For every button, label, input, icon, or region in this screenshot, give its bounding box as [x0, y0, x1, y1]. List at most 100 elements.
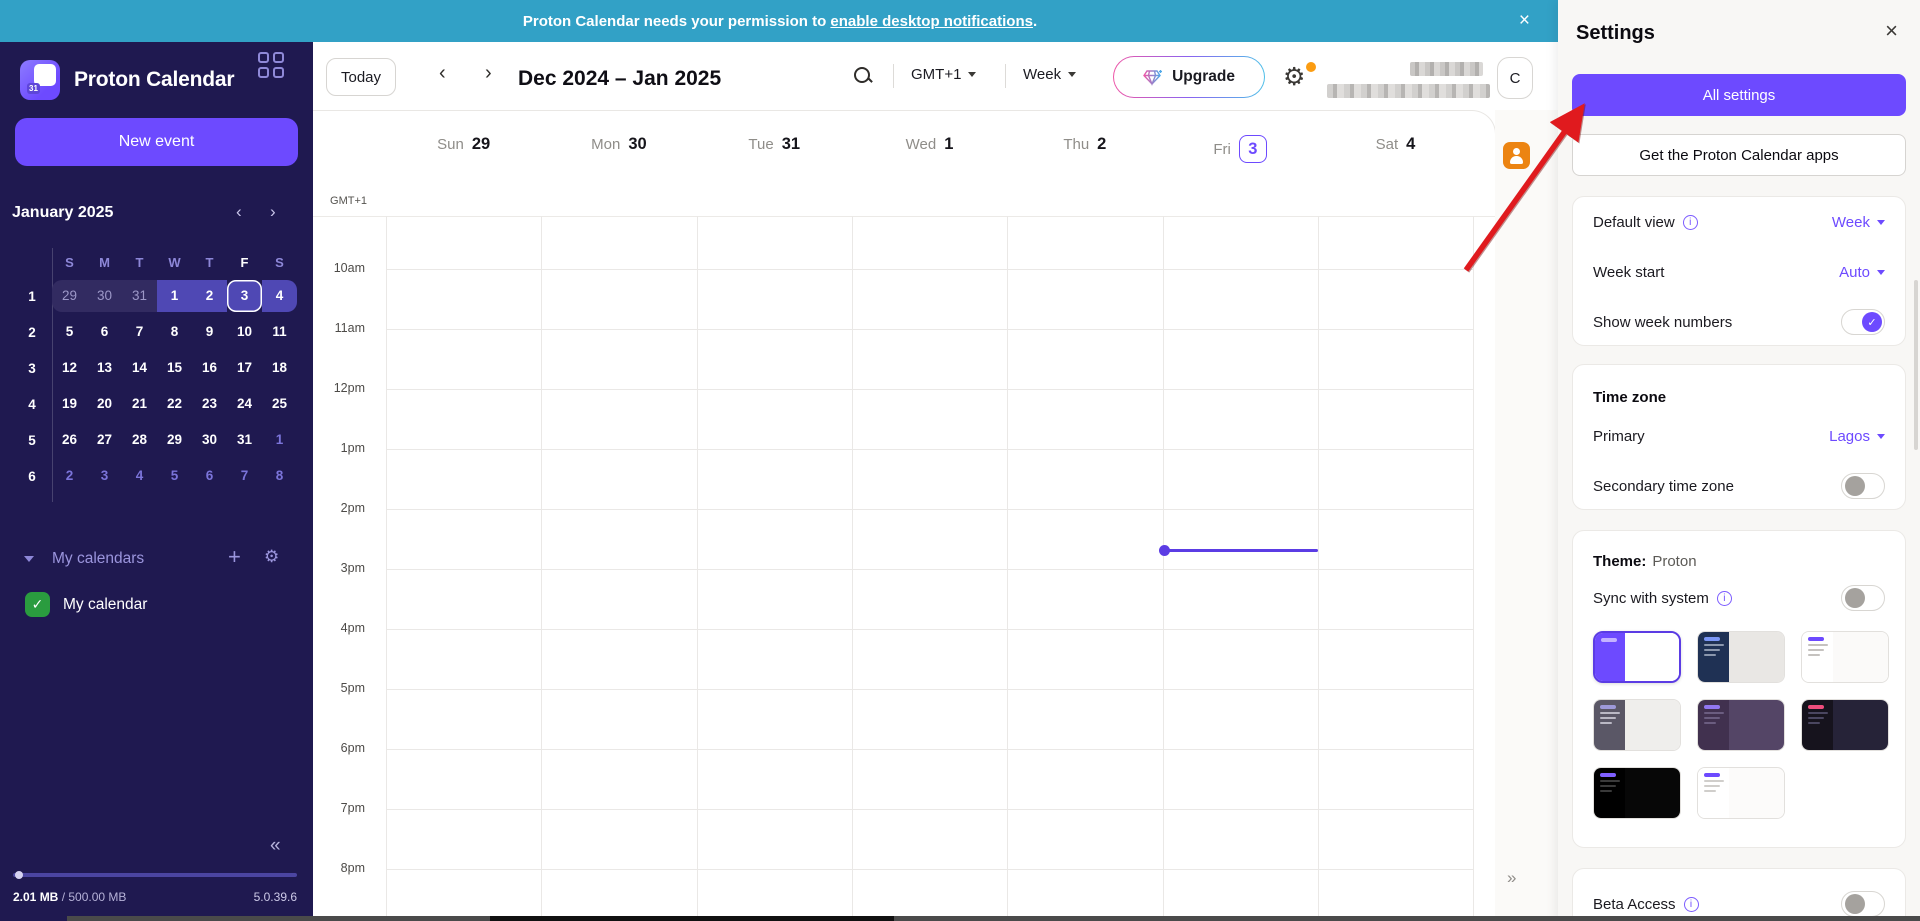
settings-gear-icon[interactable]: ⚙ — [1283, 65, 1305, 90]
primary-timezone-dropdown[interactable]: Lagos — [1829, 428, 1885, 445]
timezone-dropdown[interactable]: GMT+1 — [911, 66, 976, 83]
mini-cal-day[interactable]: 6 — [87, 316, 122, 348]
day-column-header[interactable]: Sun29 — [386, 135, 541, 154]
mini-calendar-prev-icon[interactable]: ‹ — [236, 202, 242, 222]
mini-cal-day[interactable]: 30 — [192, 424, 227, 456]
mini-cal-day[interactable]: 28 — [122, 424, 157, 456]
expand-panel-icon[interactable]: » — [1507, 868, 1516, 888]
secondary-timezone-toggle[interactable] — [1841, 473, 1885, 499]
all-settings-button[interactable]: All settings — [1572, 74, 1906, 116]
get-apps-button[interactable]: Get the Proton Calendar apps — [1572, 134, 1906, 176]
view-dropdown[interactable]: Week — [1023, 66, 1076, 83]
mini-cal-day[interactable]: 5 — [52, 316, 87, 348]
time-grid[interactable]: 10am11am12pm1pm2pm3pm4pm5pm6pm7pm8pm — [313, 216, 1495, 921]
day-column-header[interactable]: Wed1 — [852, 135, 1007, 154]
mini-cal-day[interactable]: 16 — [192, 352, 227, 384]
my-calendars-section-header[interactable]: My calendars + ⚙ — [24, 547, 294, 571]
mini-cal-day[interactable]: 20 — [87, 388, 122, 420]
collapse-sidebar-icon[interactable]: « — [270, 835, 281, 857]
contacts-icon[interactable] — [1503, 142, 1530, 169]
mini-cal-day-today[interactable]: 3 — [227, 280, 262, 312]
day-column-header[interactable]: Tue31 — [697, 135, 852, 154]
theme-tile-proton[interactable] — [1593, 631, 1681, 683]
mini-cal-day[interactable]: 7 — [227, 460, 262, 492]
default-view-dropdown[interactable]: Week — [1832, 214, 1885, 231]
mini-cal-day[interactable]: 12 — [52, 352, 87, 384]
enable-notifications-link[interactable]: enable desktop notifications — [830, 13, 1033, 30]
mini-cal-day[interactable]: 30 — [87, 280, 122, 312]
search-icon[interactable] — [853, 66, 873, 86]
app-logo[interactable]: 31 Proton Calendar — [20, 60, 234, 100]
day-column-header[interactable]: Sat4 — [1318, 135, 1473, 154]
theme-tile-slate[interactable] — [1593, 699, 1681, 751]
mini-cal-day[interactable]: 8 — [157, 316, 192, 348]
mini-cal-day[interactable]: 13 — [87, 352, 122, 384]
mini-cal-day[interactable]: 10 — [227, 316, 262, 348]
day-column-header[interactable]: Thu2 — [1007, 135, 1162, 154]
mini-cal-day[interactable]: 29 — [157, 424, 192, 456]
previous-week-icon[interactable]: ‹ — [439, 62, 446, 85]
scrollbar-thumb[interactable] — [490, 916, 894, 921]
mini-cal-day[interactable]: 9 — [192, 316, 227, 348]
avatar[interactable]: C — [1497, 57, 1533, 99]
horizontal-scrollbar[interactable] — [67, 916, 1920, 921]
mini-cal-day[interactable]: 4 — [122, 460, 157, 492]
mini-cal-day[interactable]: 19 — [52, 388, 87, 420]
theme-tile-duotone[interactable] — [1697, 699, 1785, 751]
mini-cal-day[interactable]: 7 — [122, 316, 157, 348]
mini-cal-day[interactable]: 23 — [192, 388, 227, 420]
day-column-header[interactable]: Mon30 — [541, 135, 696, 154]
upgrade-button[interactable]: Upgrade — [1113, 56, 1265, 98]
new-event-button[interactable]: New event — [15, 118, 298, 166]
mini-cal-day[interactable]: 18 — [262, 352, 297, 384]
mini-cal-day[interactable]: 8 — [262, 460, 297, 492]
scrollbar[interactable] — [1914, 280, 1918, 450]
mini-cal-day[interactable]: 26 — [52, 424, 87, 456]
mini-cal-day[interactable]: 27 — [87, 424, 122, 456]
chevron-down-icon — [1877, 434, 1885, 439]
week-start-dropdown[interactable]: Auto — [1839, 264, 1885, 281]
mini-cal-day[interactable]: 1 — [262, 424, 297, 456]
mini-cal-day[interactable]: 6 — [192, 460, 227, 492]
theme-tile-pure-black[interactable] — [1593, 767, 1681, 819]
mini-cal-day[interactable]: 29 — [52, 280, 87, 312]
sync-with-system-toggle[interactable] — [1841, 585, 1885, 611]
chevron-down-icon[interactable] — [24, 556, 34, 562]
mini-cal-day[interactable]: 2 — [52, 460, 87, 492]
mini-cal-day[interactable]: 21 — [122, 388, 157, 420]
theme-tile-carbon[interactable] — [1697, 631, 1785, 683]
mini-cal-day[interactable]: 5 — [157, 460, 192, 492]
theme-tile-snow[interactable] — [1801, 631, 1889, 683]
mini-cal-day[interactable]: 1 — [157, 280, 192, 312]
mini-cal-day[interactable]: 11 — [262, 316, 297, 348]
mini-cal-day[interactable]: 25 — [262, 388, 297, 420]
mini-cal-day[interactable]: 22 — [157, 388, 192, 420]
day-column-header[interactable]: Fri3 — [1163, 135, 1318, 163]
banner-close-icon[interactable]: × — [1519, 0, 1530, 42]
show-week-numbers-toggle[interactable]: ✓ — [1841, 309, 1885, 335]
mini-cal-day[interactable]: 4 — [262, 280, 297, 312]
next-week-icon[interactable]: › — [485, 62, 492, 85]
mini-cal-day[interactable]: 24 — [227, 388, 262, 420]
info-icon[interactable]: i — [1684, 897, 1699, 912]
mini-cal-day[interactable]: 2 — [192, 280, 227, 312]
calendar-checkbox[interactable]: ✓ — [25, 592, 50, 617]
theme-tile-pure-white[interactable] — [1697, 767, 1785, 819]
calendar-settings-gear-icon[interactable]: ⚙ — [264, 547, 279, 567]
mini-calendar-next-icon[interactable]: › — [270, 202, 276, 222]
mini-cal-day[interactable]: 31 — [122, 280, 157, 312]
mini-cal-day[interactable]: 31 — [227, 424, 262, 456]
theme-tile-contrast-dark[interactable] — [1801, 699, 1889, 751]
mini-cal-day[interactable]: 15 — [157, 352, 192, 384]
beta-access-toggle[interactable] — [1841, 891, 1885, 917]
mini-cal-day[interactable]: 17 — [227, 352, 262, 384]
close-icon[interactable]: × — [1885, 20, 1898, 42]
mini-cal-day[interactable]: 14 — [122, 352, 157, 384]
calendar-list-item[interactable]: ✓ My calendar — [25, 592, 147, 617]
today-button[interactable]: Today — [326, 58, 396, 96]
app-switcher-icon[interactable] — [258, 52, 286, 80]
mini-cal-day[interactable]: 3 — [87, 460, 122, 492]
info-icon[interactable]: i — [1717, 591, 1732, 606]
info-icon[interactable]: i — [1683, 215, 1698, 230]
add-calendar-icon[interactable]: + — [228, 544, 241, 570]
